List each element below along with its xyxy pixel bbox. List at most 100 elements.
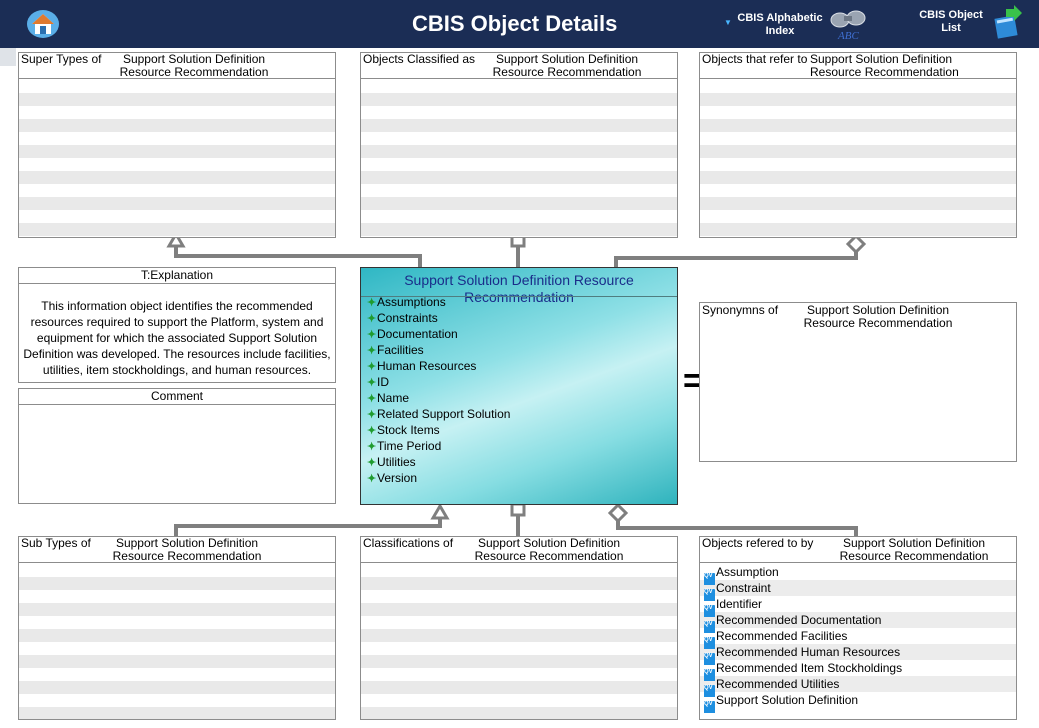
green-arrow-icon: ✦ (367, 441, 377, 453)
green-arrow-icon: ✦ (367, 473, 377, 485)
green-arrow-icon: ✦ (367, 329, 377, 341)
list-item-label: Recommended Facilities (716, 629, 848, 643)
header-bar: CBIS Object Details ▼ CBIS Alphabetic In… (0, 0, 1039, 48)
attribute-label: Utilities (377, 455, 416, 469)
super-types-header: Super Types of Support Solution Definiti… (19, 53, 335, 79)
refer-to-prefix: Objects that refer to (702, 52, 808, 66)
quick-view-icon[interactable]: QV ? (704, 701, 718, 713)
super-types-object-name: Support Solution Definition Resource Rec… (119, 52, 269, 79)
classified-as-header: Objects Classified as Support Solution D… (361, 53, 677, 79)
attribute-item[interactable]: ✦Documentation (367, 326, 510, 342)
list-item[interactable]: QV ?Support Solution Definition (700, 692, 1016, 713)
list-item[interactable]: QV ?Recommended Human Resources (700, 644, 1016, 665)
green-arrow-icon: ✦ (367, 313, 377, 325)
list-item-label: Recommended Item Stockholdings (716, 661, 903, 675)
attribute-item[interactable]: ✦Related Support Solution (367, 406, 510, 422)
attribute-item[interactable]: ✦Stock Items (367, 422, 510, 438)
list-item-label: Recommended Documentation (716, 613, 882, 627)
binoculars-abc-icon: ABC (830, 10, 866, 42)
list-item-label: Support Solution Definition (716, 693, 859, 707)
alphabetic-index-label: CBIS Alphabetic Index (737, 12, 823, 37)
sub-types-header: Sub Types of Support Solution Definition… (19, 537, 335, 563)
classifications-object-name: Support Solution Definition Resource Rec… (474, 536, 624, 563)
attribute-item[interactable]: ✦Name (367, 390, 510, 406)
svg-text:ABC: ABC (837, 30, 859, 42)
classification-square-bottom (510, 502, 526, 517)
attribute-item[interactable]: ✦Human Resources (367, 358, 510, 374)
inheritance-triangle-bottom (430, 503, 450, 520)
comment-panel: Comment (18, 388, 336, 504)
list-item[interactable]: QV ?Constraint (700, 580, 1016, 601)
refered-by-prefix: Objects refered to by (702, 536, 814, 550)
object-list-label: CBIS Object List (919, 9, 983, 34)
sub-types-panel: Sub Types of Support Solution Definition… (18, 536, 336, 720)
green-arrow-icon: ✦ (367, 361, 377, 373)
classified-as-list (361, 80, 677, 237)
list-item[interactable]: QV ?Identifier (700, 596, 1016, 617)
classified-as-panel: Objects Classified as Support Solution D… (360, 52, 678, 238)
sub-types-object-name: Support Solution Definition Resource Rec… (112, 536, 262, 563)
classified-as-prefix: Objects Classified as (363, 52, 476, 66)
synonyms-header: Synonymns of Support Solution Definition… (700, 304, 1016, 330)
object-detail-box: Support Solution Definition Resource Rec… (360, 267, 678, 505)
classifications-header: Classifications of Support Solution Defi… (361, 537, 677, 563)
synonyms-prefix: Synonymns of (702, 303, 779, 317)
attribute-item[interactable]: ✦Assumptions (367, 294, 510, 310)
green-arrow-icon: ✦ (367, 393, 377, 405)
classifications-prefix: Classifications of (363, 536, 454, 550)
green-arrow-icon: ✦ (367, 345, 377, 357)
list-item[interactable]: QV ?Assumption (700, 564, 1016, 585)
attribute-item[interactable]: ✦Time Period (367, 438, 510, 454)
list-item[interactable]: QV ?Recommended Item Stockholdings (700, 660, 1016, 681)
attribute-label: Name (377, 391, 410, 405)
reference-diamond-bottom (607, 502, 629, 524)
list-item-label: Recommended Human Resources (716, 645, 901, 659)
attribute-item[interactable]: ✦Utilities (367, 454, 510, 470)
super-types-prefix: Super Types of (21, 52, 102, 66)
green-arrow-icon: ✦ (367, 409, 377, 421)
refer-to-header: Objects that refer to Support Solution D… (700, 53, 1016, 79)
refered-by-list: QV ?Assumption QV ?Constraint QV ?Identi… (700, 564, 1016, 713)
attribute-label: Version (377, 471, 418, 485)
reference-diamond-top (845, 233, 867, 255)
attribute-label: ID (377, 375, 389, 389)
refer-to-object-name: Support Solution Definition Resource Rec… (810, 52, 959, 79)
list-item-label: Assumption (716, 565, 779, 579)
attribute-item[interactable]: ✦Constraints (367, 310, 510, 326)
alphabetic-index-button[interactable]: ▼ CBIS Alphabetic Index ABC (724, 6, 874, 44)
list-item-label: Constraint (716, 581, 771, 595)
list-item[interactable]: QV ?Recommended Facilities (700, 628, 1016, 649)
super-types-list (19, 80, 335, 237)
explanation-title: T:Explanation (19, 268, 335, 284)
attribute-item[interactable]: ✦Version (367, 470, 510, 486)
green-arrow-icon: ✦ (367, 377, 377, 389)
attribute-item[interactable]: ✦Facilities (367, 342, 510, 358)
attribute-label: Constraints (377, 311, 438, 325)
green-arrow-icon: ✦ (367, 425, 377, 437)
attribute-label: Time Period (377, 439, 442, 453)
sub-types-prefix: Sub Types of (21, 536, 91, 550)
synonyms-object-name: Support Solution Definition Resource Rec… (803, 303, 953, 330)
list-item[interactable]: QV ?Recommended Documentation (700, 612, 1016, 633)
list-item-label: Recommended Utilities (716, 677, 840, 691)
comment-text (19, 405, 335, 419)
refered-by-panel: Objects refered to by Support Solution D… (699, 536, 1017, 720)
attribute-item[interactable]: ✦ID (367, 374, 510, 390)
list-item[interactable]: QV ?Recommended Utilities (700, 676, 1016, 697)
attribute-label: Facilities (377, 343, 424, 357)
explanation-text: This information object identifies the r… (23, 299, 331, 377)
attribute-list: ✦Assumptions ✦Constraints ✦Documentation… (367, 294, 510, 486)
sub-types-list (19, 564, 335, 719)
green-arrow-icon: ✦ (367, 297, 377, 309)
book-arrow-icon (994, 5, 1022, 39)
object-list-button[interactable]: CBIS Object List (912, 5, 1022, 45)
home-button[interactable] (26, 9, 60, 39)
refered-by-object-name: Support Solution Definition Resource Rec… (839, 536, 989, 563)
explanation-panel: T:Explanation This information object id… (18, 267, 336, 383)
left-edge-tab (0, 48, 16, 66)
home-icon (27, 10, 59, 38)
classifications-list (361, 564, 677, 719)
comment-title: Comment (19, 389, 335, 405)
super-types-panel: Super Types of Support Solution Definiti… (18, 52, 336, 238)
list-item-label: Identifier (716, 597, 763, 611)
